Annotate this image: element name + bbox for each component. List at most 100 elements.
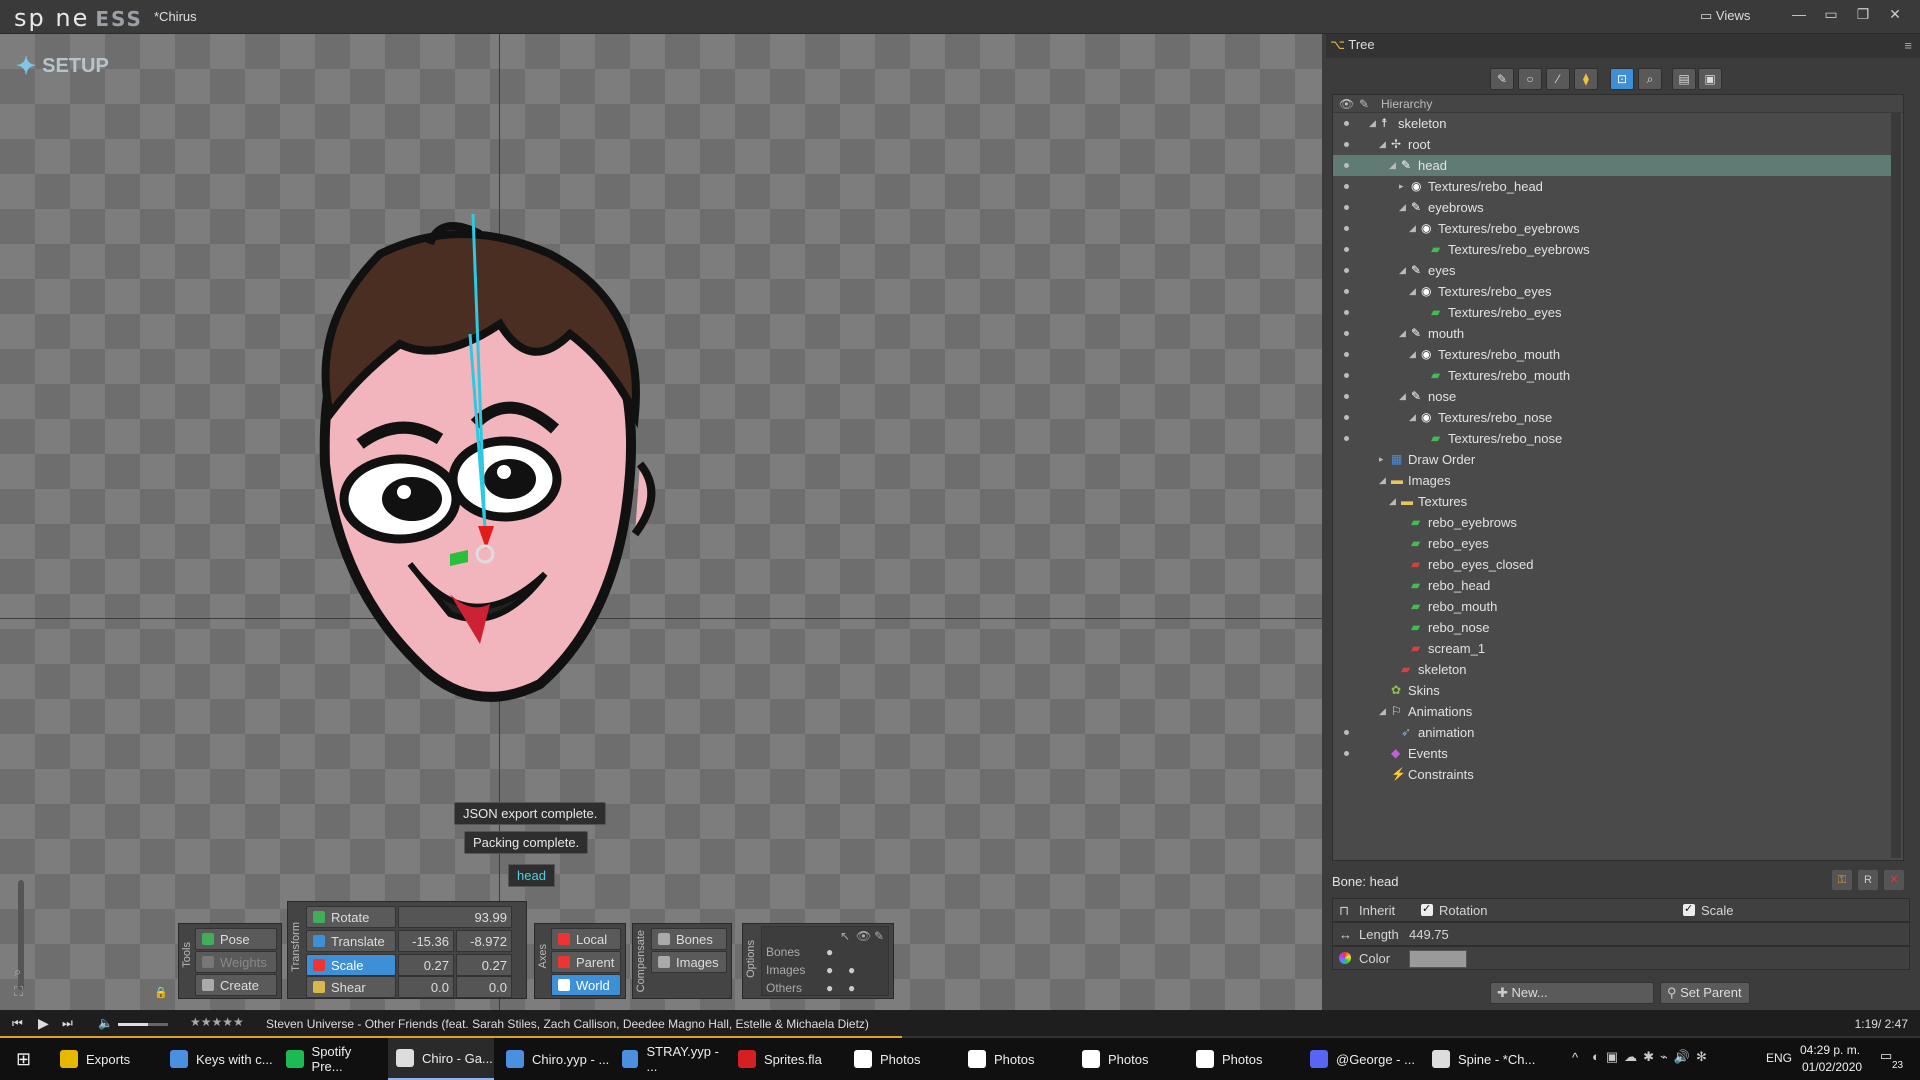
color-swatch[interactable]	[1409, 950, 1467, 968]
visibility-icon[interactable]: 👁	[856, 929, 871, 943]
character-head[interactable]	[300, 214, 670, 714]
tree-node[interactable]: ◢ ✎ eyes	[1333, 260, 1891, 281]
tree-node[interactable]: ▸ ▦ Draw Order	[1333, 449, 1891, 470]
tree-node[interactable]: ✿ Skins	[1333, 680, 1891, 701]
tree-node[interactable]: ◢ ◉ Textures/rebo_eyes	[1333, 281, 1891, 302]
expand-arrow-icon[interactable]: ▸	[1379, 454, 1384, 465]
images-visible-toggle[interactable]: ●	[848, 963, 855, 977]
filter-attachments-button[interactable]: ⁄	[1546, 68, 1570, 90]
tray-icons[interactable]: ◐▣☁✱⌁🔊✻	[1592, 1049, 1713, 1065]
taskbar-app[interactable]: Keys with c...	[162, 1038, 274, 1080]
maximize-icon[interactable]: ▭	[1816, 6, 1846, 23]
restore-icon[interactable]: ❐	[1848, 6, 1878, 23]
rating-stars[interactable]: ★★★★★	[190, 1015, 244, 1029]
lock-icon[interactable]: 🔒	[154, 986, 168, 999]
taskbar-app[interactable]: Photos	[960, 1038, 1070, 1080]
rotate-value[interactable]: 93.99	[398, 906, 512, 928]
rotation-checkbox[interactable]	[1421, 902, 1433, 916]
pose-tool-button[interactable]: Pose	[195, 928, 277, 950]
taskbar-app[interactable]: STRAY.yyp - ...	[614, 1038, 726, 1080]
bone-key-button[interactable]: ⚿	[1832, 870, 1852, 890]
scale-x-value[interactable]: 0.27	[398, 954, 454, 976]
tree-node[interactable]: ◢ ✎ nose	[1333, 386, 1891, 407]
tree-node[interactable]: ▸ ◉ Textures/rebo_head	[1333, 176, 1891, 197]
clock-date[interactable]: 01/02/2020	[1802, 1060, 1862, 1074]
visibility-dot[interactable]	[1344, 184, 1349, 189]
visibility-dot[interactable]	[1344, 142, 1349, 147]
length-value[interactable]: 449.75	[1409, 927, 1449, 942]
tree-node[interactable]: ◢ ✢ root	[1333, 134, 1891, 155]
weights-tool-button[interactable]: Weights	[195, 951, 277, 973]
language-indicator[interactable]: ENG	[1766, 1051, 1792, 1065]
expand-arrow-icon[interactable]: ◢	[1399, 265, 1406, 276]
previous-icon[interactable]: ⏮	[12, 1016, 23, 1031]
translate-x-value[interactable]: -15.36	[398, 930, 454, 952]
tree-node[interactable]: ▰ rebo_mouth	[1333, 596, 1891, 617]
volume-slider[interactable]	[118, 1023, 168, 1026]
tree-node[interactable]: ▰ rebo_nose	[1333, 617, 1891, 638]
tree-node[interactable]: ▰ Textures/rebo_mouth	[1333, 365, 1891, 386]
tree-node[interactable]: ▰ Textures/rebo_nose	[1333, 428, 1891, 449]
zoom-icon[interactable]: ⌕	[14, 964, 21, 980]
tree-node[interactable]: ◢ ◉ Textures/rebo_eyebrows	[1333, 218, 1891, 239]
tree-node[interactable]: ◢ ✎ head	[1333, 155, 1891, 176]
filter-bones-button[interactable]: ✎	[1490, 68, 1514, 90]
visibility-dot[interactable]	[1344, 352, 1349, 357]
tree-node[interactable]: ◢ ☨ skeleton	[1333, 113, 1891, 134]
expand-arrow-icon[interactable]: ◢	[1409, 223, 1416, 234]
taskbar-app[interactable]: Chiro.yyp - ...	[498, 1038, 610, 1080]
expand-arrow-icon[interactable]: ◢	[1389, 160, 1396, 171]
tree-node[interactable]: ◢ ▬ Textures	[1333, 491, 1891, 512]
shear-x-value[interactable]: 0.0	[398, 976, 454, 998]
tree-node[interactable]: ◢ ◉ Textures/rebo_nose	[1333, 407, 1891, 428]
visibility-dot[interactable]	[1344, 121, 1349, 126]
taskbar-app[interactable]: Sprites.fla	[730, 1038, 842, 1080]
expand-arrow-icon[interactable]: ▸	[1399, 181, 1404, 192]
filter-constraints-button[interactable]: ⧫	[1574, 68, 1598, 90]
tree-node[interactable]: ◢ ✎ mouth	[1333, 323, 1891, 344]
taskbar-app[interactable]: Chiro - Ga...	[388, 1038, 494, 1080]
tree-node[interactable]: ◢ ⚐ Animations	[1333, 701, 1891, 722]
expand-arrow-icon[interactable]: ◢	[1399, 202, 1406, 213]
shear-y-value[interactable]: 0.0	[456, 976, 512, 998]
filter-slots-button[interactable]: ○	[1518, 68, 1542, 90]
visibility-dot[interactable]	[1344, 331, 1349, 336]
parent-axes-button[interactable]: Parent	[551, 951, 621, 973]
tree-node[interactable]: ➶ animation	[1333, 722, 1891, 743]
expand-arrow-icon[interactable]: ◢	[1389, 496, 1396, 507]
scale-y-value[interactable]: 0.27	[456, 954, 512, 976]
tree-node[interactable]: ▰ scream_1	[1333, 638, 1891, 659]
visibility-dot[interactable]	[1344, 226, 1349, 231]
expand-arrow-icon[interactable]: ◢	[1409, 349, 1416, 360]
visibility-dot[interactable]	[1344, 163, 1349, 168]
expand-all-button[interactable]: ▣	[1698, 68, 1722, 90]
taskbar-app[interactable]: Photos	[846, 1038, 956, 1080]
delete-button[interactable]: ✕	[1884, 870, 1904, 890]
tree-scrollbar[interactable]	[1891, 113, 1901, 858]
visibility-dot[interactable]	[1344, 436, 1349, 441]
world-axes-button[interactable]: World	[551, 974, 621, 996]
rename-button[interactable]: R	[1858, 870, 1878, 890]
visibility-dot[interactable]	[1344, 751, 1349, 756]
play-icon[interactable]: ▶	[38, 1015, 49, 1032]
taskbar-app[interactable]: Spine - *Ch...	[1424, 1038, 1540, 1080]
tree-node[interactable]: ◢ ✎ eyebrows	[1333, 197, 1891, 218]
tree-node[interactable]: ▰ skeleton	[1333, 659, 1891, 680]
expand-arrow-icon[interactable]: ◢	[1399, 328, 1406, 339]
create-tool-button[interactable]: Create	[195, 974, 277, 996]
local-axes-button[interactable]: Local	[551, 928, 621, 950]
visibility-dot[interactable]	[1344, 247, 1349, 252]
taskbar-app[interactable]: Exports	[52, 1038, 158, 1080]
others-visible-toggle[interactable]: ●	[848, 981, 855, 995]
tree-node[interactable]: ▰ rebo_eyebrows	[1333, 512, 1891, 533]
visibility-dot[interactable]	[1344, 310, 1349, 315]
bones-select-toggle[interactable]: ●	[826, 945, 833, 959]
notification-icon[interactable]: ▭	[1880, 1048, 1892, 1064]
close-icon[interactable]: ✕	[1880, 6, 1910, 23]
compensate-bones-button[interactable]: Bones	[651, 928, 727, 950]
hierarchy-tree[interactable]: 👁 ✎ Hierarchy ◢ ☨ skeleton ◢ ✢ root ◢ ✎ head ▸ ◉ Te…	[1332, 94, 1904, 861]
next-icon[interactable]: ⏭	[62, 1016, 73, 1031]
shear-button[interactable]: Shear	[306, 976, 396, 998]
expand-arrow-icon[interactable]: ◢	[1409, 286, 1416, 297]
viewport[interactable]: ✦ SETUP JSON export complete. Packing com…	[0, 34, 1322, 1010]
